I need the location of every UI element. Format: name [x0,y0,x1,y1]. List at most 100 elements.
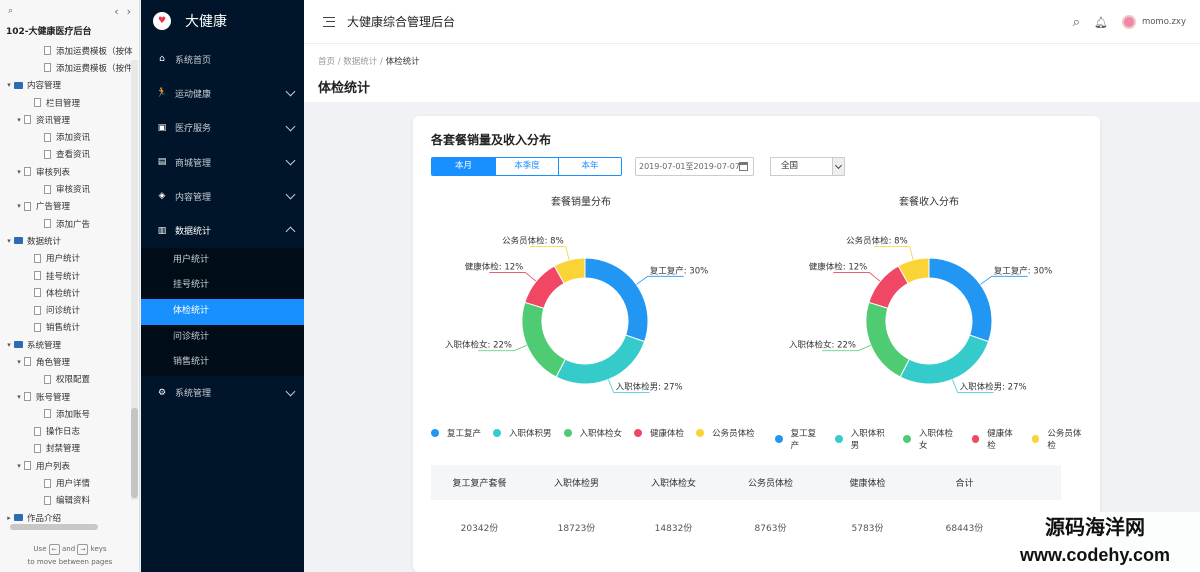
outline-item[interactable]: ▾ 审核列表 [0,163,139,180]
chevron-down-icon[interactable]: ▾ [14,168,24,176]
brand[interactable]: ♥ 大健康 [141,0,304,42]
outline-item[interactable]: 查看资讯 [0,146,139,163]
sidebar-item[interactable]: ▥ 数据统计 [141,213,304,247]
bell-icon[interactable]: 🔔︎ [1094,16,1108,29]
chevron-down-icon[interactable] [832,158,844,175]
legend-dot-icon [971,435,980,443]
outline-item-label: 广告管理 [36,202,71,213]
outline-item[interactable]: 添加资讯 [0,128,139,145]
sidebar-subitem[interactable]: 问诊统计 [141,325,304,351]
folder-icon [14,514,23,522]
donut-slice[interactable] [555,334,646,385]
outline-item[interactable]: 问诊统计 [0,301,139,318]
sidebar-item[interactable]: ▤ 商城管理 [141,145,304,179]
outline-root-title[interactable]: 102-大健康医疗后台 [0,22,139,42]
search-icon[interactable]: ⌕ [8,6,13,16]
chevron-down-icon[interactable]: ▾ [14,116,24,124]
outline-item[interactable]: ▾ 广告管理 [0,198,139,215]
donut-slice[interactable] [899,334,990,385]
legend-item[interactable]: 入职体积男 [835,427,891,451]
legend-item[interactable]: 复工复产 [431,427,481,439]
chevron-down-icon[interactable]: ▾ [14,358,24,366]
outline-hscrollbar[interactable] [8,524,128,530]
donut-slice[interactable] [584,257,649,343]
outline-item[interactable]: ▾ 资讯管理 [0,111,139,128]
donut-slice[interactable] [928,257,993,343]
tab-year[interactable]: 本年 [558,158,621,175]
scrollbar-thumb[interactable] [131,408,138,498]
chevron-down-icon [285,227,296,237]
outline-item[interactable]: 挂号统计 [0,267,139,284]
outline-item[interactable]: 栏目管理 [0,94,139,111]
label-leader-line [489,272,537,282]
outline-item[interactable]: 封禁管理 [0,440,139,457]
tab-quarter[interactable]: 本季度 [495,158,558,175]
chevron-down-icon[interactable]: ▾ [14,462,24,470]
outline-item[interactable]: 编辑资料 [0,492,139,509]
sidebar-subitem[interactable]: 用户统计 [141,248,304,274]
date-range-picker[interactable]: 2019-07-01至2019-07-07 [635,157,754,176]
table-header: 复工复产套餐 入职体检男 入职体检女 公务员体检 健康体检 合计 [431,465,1061,500]
outline-item[interactable]: ▾ 数据统计 [0,232,139,249]
sidebar-item[interactable]: 🏃 运动健康 [141,76,304,110]
sidebar-subitem[interactable]: 销售统计 [141,350,304,376]
outline-item[interactable]: 用户统计 [0,250,139,267]
outline-item[interactable]: 审核资讯 [0,180,139,197]
tab-month[interactable]: 本月 [432,158,495,175]
outline-item[interactable]: 添加运费模板（按体 [0,42,139,59]
hscrollbar-thumb[interactable] [10,524,98,530]
chevron-down-icon[interactable]: ▾ [4,81,14,89]
outline-item[interactable]: 体检统计 [0,284,139,301]
sidebar-item[interactable]: ◈ 内容管理 [141,179,304,213]
label-leader-line [833,272,881,282]
outline-item[interactable]: 添加运费模板（按件 [0,59,139,76]
slice-label: 公务员体检: 8% [502,235,564,246]
legend-item[interactable]: 健康体检 [971,427,1020,451]
outline-item[interactable]: ▾ 账号管理 [0,388,139,405]
breadcrumb-data[interactable]: 数据统计 [343,57,377,67]
menu-toggle-icon[interactable] [323,16,335,27]
user-menu[interactable]: momo.zxy [1121,15,1186,29]
outline-item[interactable]: 操作日志 [0,423,139,440]
chevron-down-icon[interactable]: ▾ [4,237,14,245]
outline-item-label: 添加运费模板（按件 [56,63,133,74]
outline-item[interactable]: ▾ 内容管理 [0,77,139,94]
outline-item[interactable]: 添加广告 [0,215,139,232]
chevron-down-icon[interactable]: ▾ [14,202,24,210]
sidebar-item[interactable]: ▣ 医疗服务 [141,111,304,145]
legend-item[interactable]: 公务员体检 [696,427,755,439]
chevron-down-icon[interactable]: ▾ [4,341,14,349]
chevron-right-icon[interactable]: › [127,5,131,18]
sidebar-subitem[interactable]: 体检统计 [141,298,304,325]
region-select[interactable]: 全国 [770,157,845,176]
chevron-down-icon[interactable]: ▸ [4,514,14,522]
legend-item[interactable]: 公务员体检 [1031,427,1088,451]
legend-dot-icon [563,429,572,437]
legend-item[interactable]: 健康体检 [634,427,684,439]
donut-slice[interactable] [865,301,910,378]
legend-item[interactable]: 入职体检女 [903,427,959,451]
chart-title-sales: 套餐销量分布 [551,197,611,208]
outline-item[interactable]: 销售统计 [0,319,139,336]
outline-item[interactable]: 权限配置 [0,371,139,388]
legend-item[interactable]: 入职体积男 [493,427,552,439]
outline-item[interactable]: ▾ 用户列表 [0,457,139,474]
chevron-down-icon[interactable]: ▾ [14,393,24,401]
outline-item-label: 添加广告 [56,219,91,230]
sidebar-item-system[interactable]: ⚙ 系统管理 [141,376,304,410]
slice-label: 健康体检: 12% [465,261,523,272]
outline-item[interactable]: 用户详情 [0,474,139,491]
search-icon[interactable]: ⌕ [1073,15,1080,30]
outline-item[interactable]: ▾ 角色管理 [0,353,139,370]
legend-item[interactable]: 复工复产 [775,427,823,451]
chevron-left-icon[interactable]: ‹ [114,5,118,18]
breadcrumb-home[interactable]: 首页 [318,57,335,67]
outline-item[interactable]: ▾ 系统管理 [0,336,139,353]
sidebar-subitem[interactable]: 挂号统计 [141,273,304,299]
legend-item[interactable]: 入职体检女 [563,427,622,439]
donut-slice[interactable] [521,301,566,378]
outline-scrollbar[interactable] [131,60,138,500]
legend-label: 健康体检 [987,429,1013,451]
outline-item[interactable]: 添加账号 [0,405,139,422]
sidebar-item[interactable]: ⌂ 系统首页 [141,42,304,76]
